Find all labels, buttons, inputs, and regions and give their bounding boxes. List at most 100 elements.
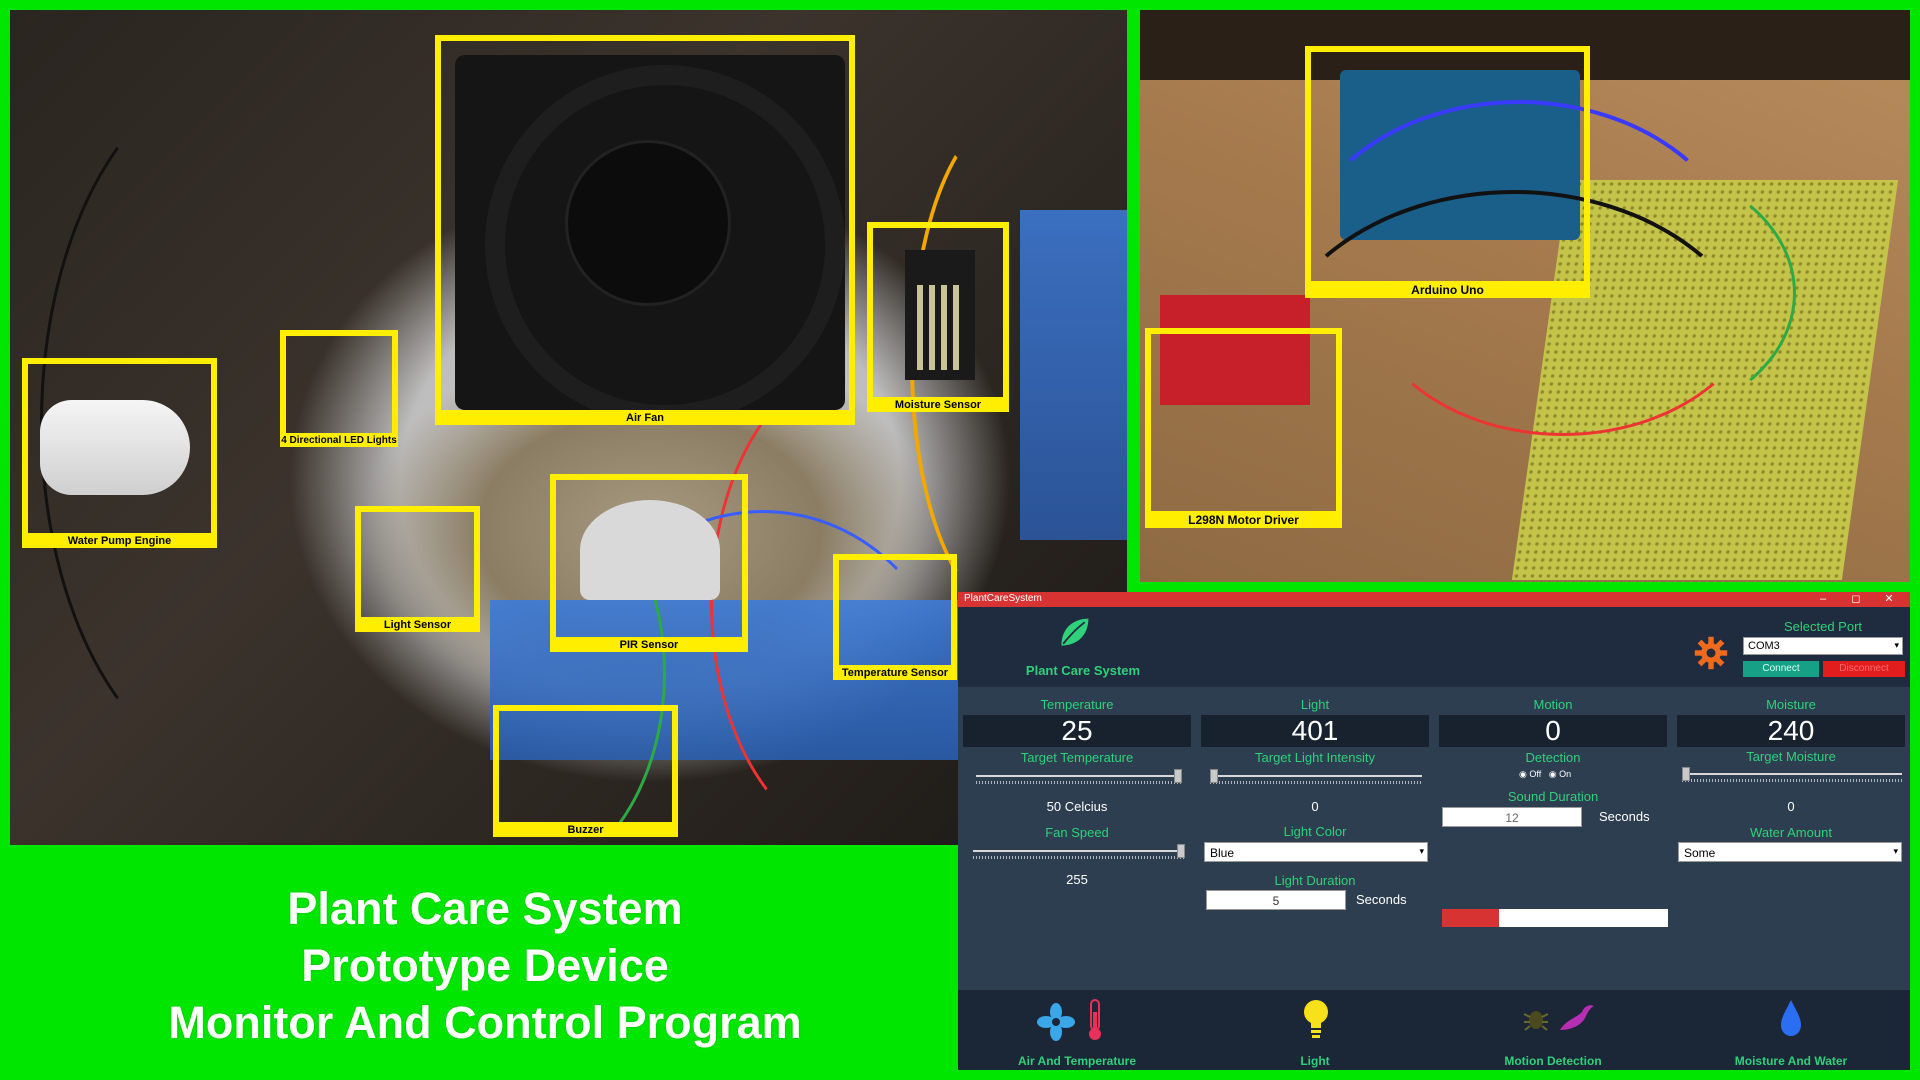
label-arduino: Arduino Uno: [1305, 281, 1590, 298]
gear-icon[interactable]: [1693, 635, 1729, 671]
lightbulb-icon: [1304, 1000, 1328, 1038]
highlight-buzzer: Buzzer: [493, 705, 678, 837]
chevron-down-icon: ▾: [1893, 846, 1898, 856]
nav-moisture[interactable]: Moisture And Water: [1672, 990, 1910, 1070]
label-buzzer: Buzzer: [493, 822, 678, 837]
light-duration-unit: Seconds: [1356, 892, 1407, 907]
highlight-motor-driver: L298N Motor Driver: [1145, 328, 1342, 528]
port-value: COM3: [1748, 640, 1780, 652]
bird-icon: [1560, 1005, 1594, 1030]
caption-line-2: Prototype Device: [301, 940, 669, 991]
detection-radio-group: ◉ Off ◉ On: [1519, 769, 1571, 780]
nav-moisture-label: Moisture And Water: [1734, 1054, 1848, 1068]
target-temperature-label: Target Temperature: [1020, 750, 1134, 765]
water-amount-label: Water Amount: [1750, 825, 1832, 840]
highlight-moisture-sensor: Moisture Sensor: [867, 222, 1009, 412]
temperature-title: Temperature: [1040, 697, 1114, 712]
highlight-air-fan: Air Fan: [435, 35, 855, 425]
caption-line-3: Monitor And Control Program: [168, 997, 802, 1048]
nav-motion[interactable]: Motion Detection: [1434, 990, 1672, 1070]
light-color-label: Light Color: [1283, 824, 1347, 839]
nav-air-label: Air And Temperature: [1017, 1054, 1137, 1068]
fan-speed-label: Fan Speed: [1045, 825, 1109, 840]
motion-progress-bar: [1442, 909, 1668, 927]
nav-air-temperature[interactable]: Air And Temperature: [958, 990, 1196, 1070]
light-title: Light: [1300, 697, 1330, 712]
water-amount-value: Some: [1684, 846, 1716, 860]
highlight-temperature-sensor: Temperature Sensor: [833, 554, 957, 680]
radio-on-label: On: [1559, 769, 1572, 779]
connect-button[interactable]: Connect: [1743, 661, 1819, 677]
window-title: PlantCareSystem: [964, 593, 1042, 604]
close-button[interactable]: ✕: [1874, 592, 1904, 607]
label-air-fan: Air Fan: [435, 410, 855, 425]
nav-light-label: Light: [1300, 1054, 1330, 1068]
highlight-light-sensor: Light Sensor: [355, 506, 480, 632]
light-color-select[interactable]: Blue ▾: [1204, 842, 1428, 862]
caption: Plant Care System Prototype Device Monit…: [120, 880, 850, 1051]
motion-progress-fill: [1442, 909, 1499, 927]
nav-motion-label: Motion Detection: [1504, 1054, 1602, 1068]
slider-thumb[interactable]: [1177, 844, 1185, 858]
maximize-button[interactable]: ◻: [1841, 592, 1871, 607]
plant-care-app-window: PlantCareSystem – ◻ ✕ Plant Care System …: [958, 592, 1910, 1070]
bottom-navigation: Air And Temperature Light Motion Detecti…: [958, 990, 1910, 1070]
temperature-value: 25: [963, 715, 1191, 747]
highlight-pir-sensor: PIR Sensor: [550, 474, 748, 652]
caption-line-1: Plant Care System: [287, 883, 683, 934]
light-value: 401: [1201, 715, 1429, 747]
target-temperature-slider[interactable]: [976, 769, 1182, 785]
fan-icon: [1037, 1003, 1075, 1041]
chevron-down-icon: ▾: [1419, 846, 1424, 856]
label-moisture-sensor: Moisture Sensor: [867, 397, 1009, 412]
highlight-water-pump: Water Pump Engine: [22, 358, 217, 548]
slider-thumb[interactable]: [1174, 769, 1182, 783]
leaf-logo-icon: [1061, 618, 1089, 646]
water-amount-select[interactable]: Some ▾: [1678, 842, 1902, 862]
target-moisture-value: 0: [1787, 799, 1795, 814]
label-motor-driver: L298N Motor Driver: [1145, 511, 1342, 528]
target-light-label: Target Light Intensity: [1255, 750, 1375, 765]
thermometer-icon: [1089, 999, 1101, 1040]
target-temperature-value: 50 Celcius: [1046, 799, 1108, 814]
disconnect-button[interactable]: Disconnect: [1823, 661, 1905, 677]
radio-off[interactable]: ◉ Off: [1519, 769, 1541, 779]
target-moisture-slider[interactable]: [1682, 767, 1902, 783]
moisture-value: 240: [1677, 715, 1905, 747]
sound-duration-input[interactable]: 12: [1442, 807, 1582, 827]
temperature-panel: Temperature 25 Target Temperature 50 Cel…: [958, 687, 1196, 982]
fan-speed-value: 255: [1066, 872, 1088, 887]
chevron-down-icon: ▾: [1894, 640, 1899, 650]
label-pir-sensor: PIR Sensor: [550, 637, 748, 652]
light-panel: Light 401 Target Light Intensity 0 Light…: [1196, 687, 1434, 982]
slider-thumb[interactable]: [1682, 767, 1690, 781]
slider-thumb[interactable]: [1210, 769, 1218, 783]
label-temperature-sensor: Temperature Sensor: [833, 665, 957, 680]
motion-value: 0: [1439, 715, 1667, 747]
moisture-title: Moisture: [1766, 697, 1816, 712]
target-light-value: 0: [1311, 799, 1319, 814]
detection-label: Detection: [1525, 750, 1581, 765]
target-light-slider[interactable]: [1210, 769, 1422, 785]
prototype-photo-right: Arduino Uno L298N Motor Driver: [1140, 10, 1910, 582]
app-header: Plant Care System Selected Port COM3 ▾ C…: [958, 607, 1910, 687]
highlight-arduino: Arduino Uno: [1305, 46, 1590, 298]
light-duration-input[interactable]: 5: [1206, 890, 1346, 910]
target-moisture-label: Target Moisture: [1746, 749, 1836, 764]
minimize-button[interactable]: –: [1808, 592, 1838, 607]
motion-title: Motion: [1533, 697, 1573, 712]
fan-speed-slider[interactable]: [973, 844, 1185, 860]
radio-off-label: Off: [1529, 769, 1542, 779]
brand-name: Plant Care System: [1025, 663, 1141, 678]
bug-icon: [1523, 1011, 1549, 1031]
title-bar: PlantCareSystem – ◻ ✕: [958, 592, 1910, 607]
highlight-led-lights: 4 Directional LED Lights: [280, 330, 398, 447]
label-led-lights: 4 Directional LED Lights: [280, 433, 398, 447]
nav-light[interactable]: Light: [1196, 990, 1434, 1070]
port-select[interactable]: COM3 ▾: [1743, 637, 1903, 655]
sound-duration-unit: Seconds: [1599, 809, 1650, 824]
motion-panel: Motion 0 Detection ◉ Off ◉ On Sound Dura…: [1434, 687, 1672, 982]
radio-on[interactable]: ◉ On: [1549, 769, 1571, 779]
light-duration-label: Light Duration: [1274, 873, 1356, 888]
light-color-value: Blue: [1210, 846, 1235, 860]
